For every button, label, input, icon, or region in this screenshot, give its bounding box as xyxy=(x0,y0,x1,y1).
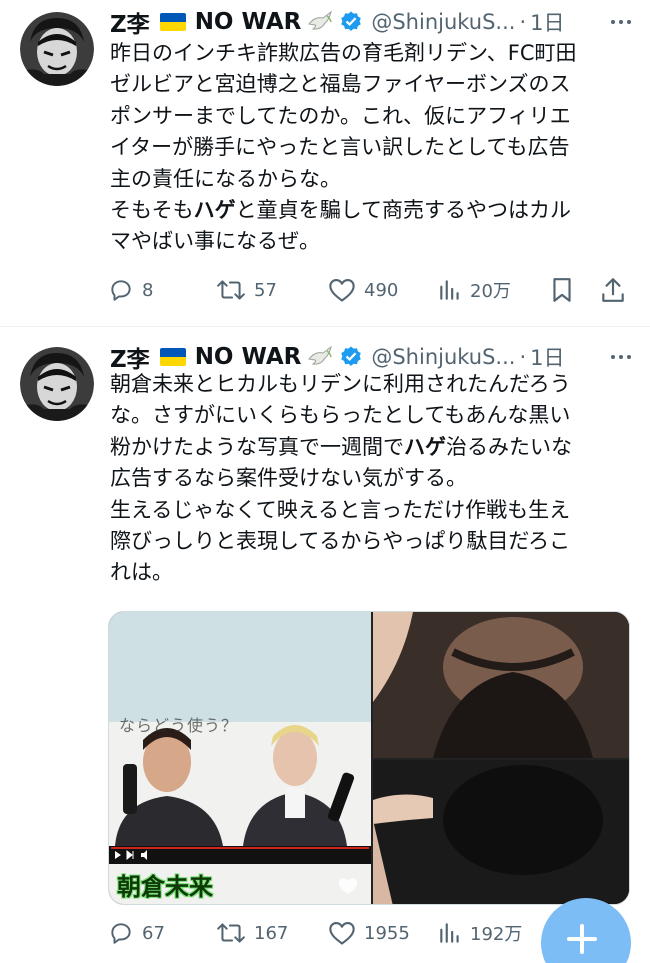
tweet-text-line: 際びっしりと表現してるからやっぱり駄目だろこ xyxy=(110,529,571,554)
like-button[interactable]: 490 xyxy=(328,273,398,307)
verified-badge-icon xyxy=(339,345,363,369)
reply-icon xyxy=(108,920,134,946)
more-horizontal-icon[interactable] xyxy=(610,12,632,36)
tweet-text-line: 昨日のインチキ詐欺広告の育毛剤リデン、FC町田 xyxy=(110,41,577,65)
retweet-button[interactable]: 167 xyxy=(216,916,288,950)
tweet-text-line: な。さすがにいくらもらったとしてもあんな黒い xyxy=(110,403,571,428)
tweet-text-line: ポンサーまでしてたのか。これ、仮にアフィリエ xyxy=(110,103,571,128)
verified-badge-icon xyxy=(339,10,363,34)
author-name[interactable]: Z李 NO WAR xyxy=(110,5,371,39)
tweet-text-line: 朝倉未来とヒカルもリデンに利用されたんだろう xyxy=(110,372,571,396)
tweet-card[interactable]: Z李 NO WAR @ShinjukuS... · 1日 昨日のインチキ詐欺広告… xyxy=(0,0,650,326)
like-button[interactable]: 1955 xyxy=(328,916,410,950)
media-grid[interactable]: ならどう使う？ 朝倉未来 xyxy=(108,611,630,905)
video-controls-bar[interactable] xyxy=(109,846,371,864)
reply-count: 8 xyxy=(142,279,154,301)
tweet-text-line: ゼルビアと宮迫博之と福島ファイヤーボンズのス xyxy=(110,72,571,97)
reply-count: 67 xyxy=(142,922,165,944)
tweet-text-line: れは。 xyxy=(110,560,173,585)
bold-keyword: ハゲ xyxy=(193,198,236,223)
timestamp[interactable]: 1日 xyxy=(530,7,564,37)
views-icon xyxy=(438,920,462,946)
author-handle[interactable]: @ShinjukuS... xyxy=(371,10,515,34)
dove-icon xyxy=(307,345,333,369)
tweet-text-line: 粉かけたような写真で一週間でハゲ治るみたいな xyxy=(110,434,572,459)
more-horizontal-icon[interactable] xyxy=(610,347,632,371)
retweet-icon xyxy=(216,920,246,946)
avatar[interactable] xyxy=(20,12,94,86)
retweet-icon xyxy=(216,277,246,303)
scalp-photo-after[interactable] xyxy=(373,760,629,904)
author-handle[interactable]: @ShinjukuS... xyxy=(371,345,515,369)
like-count: 1955 xyxy=(364,922,410,944)
views-button[interactable]: 20万 xyxy=(438,273,511,307)
tweet-text-line: イターが勝手にやったと言い訳したとしても広告 xyxy=(110,135,570,160)
timestamp[interactable]: 1日 xyxy=(530,342,564,372)
dove-icon xyxy=(307,10,333,34)
tweet-header: Z李 NO WAR @ShinjukuS... · 1日 xyxy=(110,4,632,40)
avatar[interactable] xyxy=(20,347,94,421)
reply-button[interactable]: 67 xyxy=(108,916,165,950)
heart-icon xyxy=(328,277,356,303)
reply-icon xyxy=(108,277,134,303)
retweet-count: 167 xyxy=(254,922,289,944)
views-button[interactable]: 192万 xyxy=(438,916,522,950)
tweet-text-line: そもそもハゲと童貞を騙して商売するやつはカル xyxy=(110,198,571,223)
video-caption: 朝倉未来 xyxy=(117,873,213,901)
separator-dot: · xyxy=(519,10,527,34)
tweet-text-line: 主の責任になるからな。 xyxy=(110,166,341,191)
separator-dot: · xyxy=(519,345,527,369)
tweet-text: 昨日のインチキ詐欺広告の育毛剤リデン、FC町田 ゼルビアと宮迫博之と福島ファイヤ… xyxy=(110,38,630,258)
ad-video-thumbnail[interactable]: ならどう使う？ 朝倉未来 xyxy=(109,612,371,904)
views-count: 20万 xyxy=(470,281,511,302)
tweet-text-line: 生えるじゃなくて映えると言っただけ作戦も生え xyxy=(110,497,571,522)
bookmark-button[interactable] xyxy=(550,273,574,307)
ukraine-flag-icon xyxy=(159,13,186,31)
heart-icon[interactable] xyxy=(337,876,359,900)
views-icon xyxy=(438,277,462,303)
action-bar: 8 57 490 20万 xyxy=(108,273,628,307)
views-count: 192万 xyxy=(470,924,523,945)
tweet-text-line: 広告するなら案件受けない気がする。 xyxy=(110,466,467,491)
tweet-card[interactable]: Z李 NO WAR @ShinjukuS... · 1日 朝倉未来とヒカルもリデ… xyxy=(0,327,650,963)
share-button[interactable] xyxy=(600,273,626,307)
heart-icon xyxy=(328,920,356,946)
bookmark-icon xyxy=(550,276,574,304)
share-icon xyxy=(600,276,626,304)
tweet-text: 朝倉未来とヒカルもリデンに利用されたんだろう な。さすがにいくらもらったとしても… xyxy=(110,369,630,589)
ukraine-flag-icon xyxy=(159,348,186,366)
reply-button[interactable]: 8 xyxy=(108,273,153,307)
scalp-photo-before[interactable] xyxy=(373,612,629,758)
bold-keyword: ハゲ xyxy=(404,434,446,459)
compose-plus-icon xyxy=(565,922,599,960)
retweet-button[interactable]: 57 xyxy=(216,273,277,307)
tweet-text-line: マやばい事になるぜ。 xyxy=(110,229,320,254)
retweet-count: 57 xyxy=(254,279,277,301)
video-overlay-text: ならどう使う？ xyxy=(119,716,239,735)
like-count: 490 xyxy=(364,279,399,301)
